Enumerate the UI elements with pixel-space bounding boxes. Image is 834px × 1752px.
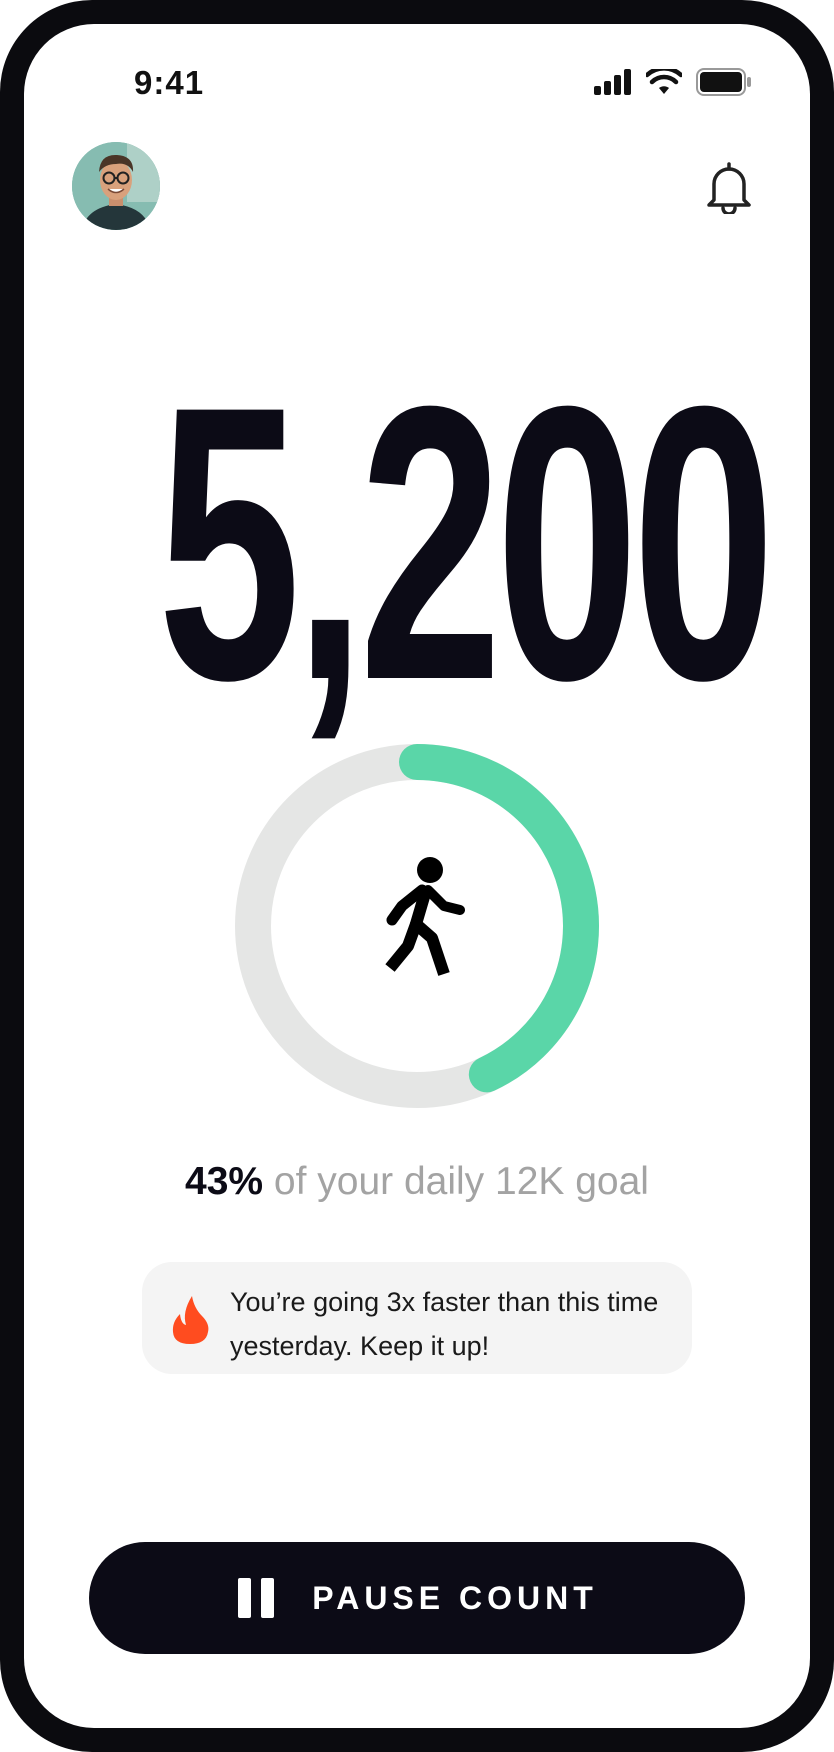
- wifi-icon: [646, 69, 682, 94]
- status-icons: [594, 68, 752, 96]
- goal-progress-text: 43% of your daily 12K goal: [24, 1160, 810, 1204]
- pause-icon: [236, 1578, 276, 1618]
- battery-icon: [696, 68, 751, 96]
- pause-bar-right: [261, 1578, 275, 1618]
- status-time: 9:41: [134, 64, 205, 101]
- flame-icon: [172, 1296, 209, 1344]
- signal-icon: [594, 69, 631, 95]
- pause-bar-left: [238, 1578, 252, 1618]
- phone-frame: 9:41 5,200 43% of your daily 12K goal Yo…: [0, 0, 834, 1752]
- pause-count-button[interactable]: PAUSE COUNT: [89, 1542, 745, 1654]
- goal-description: of your daily 12K goal: [273, 1160, 649, 1203]
- bell-icon[interactable]: [704, 160, 754, 214]
- goal-percent: 43%: [185, 1160, 264, 1203]
- user-avatar[interactable]: [72, 142, 160, 230]
- step-count: 5,200: [157, 325, 776, 761]
- pause-count-label: PAUSE COUNT: [312, 1579, 598, 1616]
- walking-person-icon: [385, 857, 465, 976]
- screen: 9:41 5,200 43% of your daily 12K goal Yo…: [24, 24, 810, 1728]
- motivation-card: You’re going 3x faster than this time ye…: [142, 1262, 692, 1374]
- motivation-message: You’re going 3x faster than this time ye…: [230, 1287, 659, 1361]
- avatar-image: [72, 142, 160, 230]
